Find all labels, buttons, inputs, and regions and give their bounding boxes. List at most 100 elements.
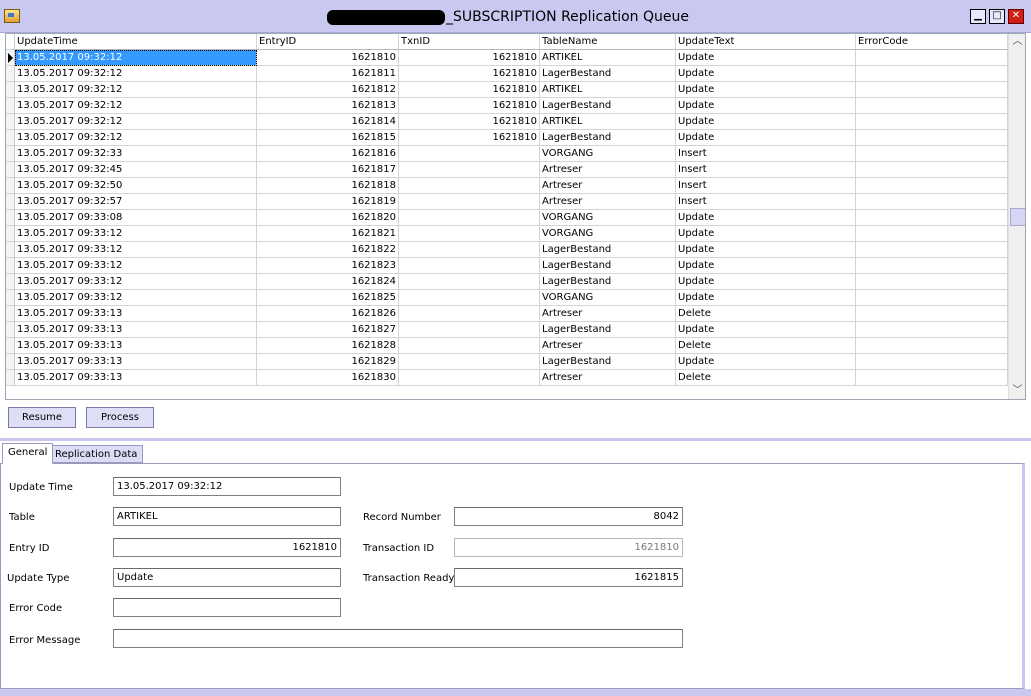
table-cell[interactable]: Insert: [676, 194, 856, 210]
row-header[interactable]: [6, 146, 15, 162]
table-cell[interactable]: 1621818: [257, 178, 399, 194]
table-cell[interactable]: [856, 226, 1008, 242]
table-cell[interactable]: 1621827: [257, 322, 399, 338]
table-cell[interactable]: 1621810: [399, 114, 540, 130]
table-cell[interactable]: [856, 370, 1008, 386]
table-cell[interactable]: VORGANG: [540, 210, 676, 226]
row-header[interactable]: [6, 162, 15, 178]
table-cell[interactable]: Insert: [676, 146, 856, 162]
table-cell[interactable]: 13.05.2017 09:32:12: [15, 114, 257, 130]
resume-button[interactable]: Resume: [8, 407, 76, 428]
table-cell[interactable]: Update: [676, 354, 856, 370]
table-cell[interactable]: [856, 146, 1008, 162]
record-number-field[interactable]: 8042: [454, 507, 683, 526]
table-cell[interactable]: [399, 370, 540, 386]
table-cell[interactable]: Update: [676, 82, 856, 98]
process-button[interactable]: Process: [86, 407, 154, 428]
table-cell[interactable]: 13.05.2017 09:32:50: [15, 178, 257, 194]
table-cell[interactable]: 13.05.2017 09:32:12: [15, 50, 257, 66]
table-cell[interactable]: VORGANG: [540, 226, 676, 242]
table-cell[interactable]: 1621817: [257, 162, 399, 178]
table-cell[interactable]: 1621822: [257, 242, 399, 258]
column-header[interactable]: UpdateText: [676, 34, 856, 50]
row-header[interactable]: [6, 194, 15, 210]
table-cell[interactable]: 1621829: [257, 354, 399, 370]
table-cell[interactable]: LagerBestand: [540, 130, 676, 146]
table-cell[interactable]: 13.05.2017 09:33:13: [15, 370, 257, 386]
table-cell[interactable]: [399, 162, 540, 178]
table-cell[interactable]: 13.05.2017 09:33:12: [15, 226, 257, 242]
table-cell[interactable]: 1621813: [257, 98, 399, 114]
table-cell[interactable]: LagerBestand: [540, 258, 676, 274]
update-time-field[interactable]: 13.05.2017 09:32:12: [113, 477, 341, 496]
row-header[interactable]: [6, 338, 15, 354]
table-cell[interactable]: 13.05.2017 09:32:57: [15, 194, 257, 210]
table-cell[interactable]: 13.05.2017 09:33:13: [15, 306, 257, 322]
table-cell[interactable]: Update: [676, 210, 856, 226]
table-cell[interactable]: 1621821: [257, 226, 399, 242]
table-cell[interactable]: [856, 290, 1008, 306]
table-cell[interactable]: Insert: [676, 162, 856, 178]
table-cell[interactable]: LagerBestand: [540, 66, 676, 82]
table-cell[interactable]: [399, 226, 540, 242]
row-header[interactable]: [6, 290, 15, 306]
table-cell[interactable]: Artreser: [540, 338, 676, 354]
table-cell[interactable]: 13.05.2017 09:32:12: [15, 66, 257, 82]
table-cell[interactable]: 1621824: [257, 274, 399, 290]
table-cell[interactable]: LagerBestand: [540, 274, 676, 290]
table-cell[interactable]: Artreser: [540, 194, 676, 210]
table-cell[interactable]: 1621812: [257, 82, 399, 98]
table-cell[interactable]: [399, 306, 540, 322]
table-cell[interactable]: Update: [676, 130, 856, 146]
row-header[interactable]: [6, 178, 15, 194]
table-cell[interactable]: 13.05.2017 09:33:13: [15, 354, 257, 370]
table-cell[interactable]: ARTIKEL: [540, 50, 676, 66]
row-header[interactable]: [6, 66, 15, 82]
row-header[interactable]: [6, 274, 15, 290]
table-cell[interactable]: [856, 210, 1008, 226]
table-cell[interactable]: 1621826: [257, 306, 399, 322]
table-cell[interactable]: 13.05.2017 09:32:12: [15, 98, 257, 114]
table-cell[interactable]: [399, 354, 540, 370]
table-cell[interactable]: Update: [676, 226, 856, 242]
maximize-button[interactable]: □: [989, 9, 1005, 24]
table-cell[interactable]: VORGANG: [540, 146, 676, 162]
table-cell[interactable]: Update: [676, 50, 856, 66]
scroll-up-icon[interactable]: ︿: [1009, 34, 1025, 50]
table-cell[interactable]: [856, 194, 1008, 210]
scrollbar-thumb[interactable]: [1010, 208, 1025, 226]
minimize-button[interactable]: ▁: [970, 9, 986, 24]
table-cell[interactable]: LagerBestand: [540, 354, 676, 370]
table-cell[interactable]: Delete: [676, 306, 856, 322]
row-header[interactable]: [6, 242, 15, 258]
table-cell[interactable]: 13.05.2017 09:33:12: [15, 258, 257, 274]
table-cell[interactable]: [856, 114, 1008, 130]
table-cell[interactable]: Artreser: [540, 306, 676, 322]
row-header[interactable]: [6, 82, 15, 98]
title-bar[interactable]: _SUBSCRIPTION Replication Queue ▁ □ ✕: [0, 0, 1031, 33]
entry-id-field[interactable]: 1621810: [113, 538, 341, 557]
table-cell[interactable]: [399, 338, 540, 354]
table-cell[interactable]: 1621810: [257, 50, 399, 66]
error-message-field[interactable]: [113, 629, 683, 648]
table-cell[interactable]: [399, 146, 540, 162]
table-cell[interactable]: [399, 274, 540, 290]
table-cell[interactable]: 13.05.2017 09:33:12: [15, 290, 257, 306]
table-cell[interactable]: 13.05.2017 09:33:12: [15, 242, 257, 258]
table-cell[interactable]: [856, 178, 1008, 194]
table-cell[interactable]: 1621815: [257, 130, 399, 146]
table-cell[interactable]: [399, 290, 540, 306]
table-cell[interactable]: Artreser: [540, 370, 676, 386]
table-cell[interactable]: 13.05.2017 09:32:12: [15, 130, 257, 146]
row-header[interactable]: [6, 226, 15, 242]
table-cell[interactable]: [399, 210, 540, 226]
table-cell[interactable]: 1621830: [257, 370, 399, 386]
table-cell[interactable]: VORGANG: [540, 290, 676, 306]
table-cell[interactable]: [399, 178, 540, 194]
table-cell[interactable]: 1621816: [257, 146, 399, 162]
transaction-ready-field[interactable]: 1621815: [454, 568, 683, 587]
update-type-field[interactable]: Update: [113, 568, 341, 587]
table-cell[interactable]: 13.05.2017 09:33:12: [15, 274, 257, 290]
table-cell[interactable]: [399, 258, 540, 274]
table-cell[interactable]: [856, 274, 1008, 290]
